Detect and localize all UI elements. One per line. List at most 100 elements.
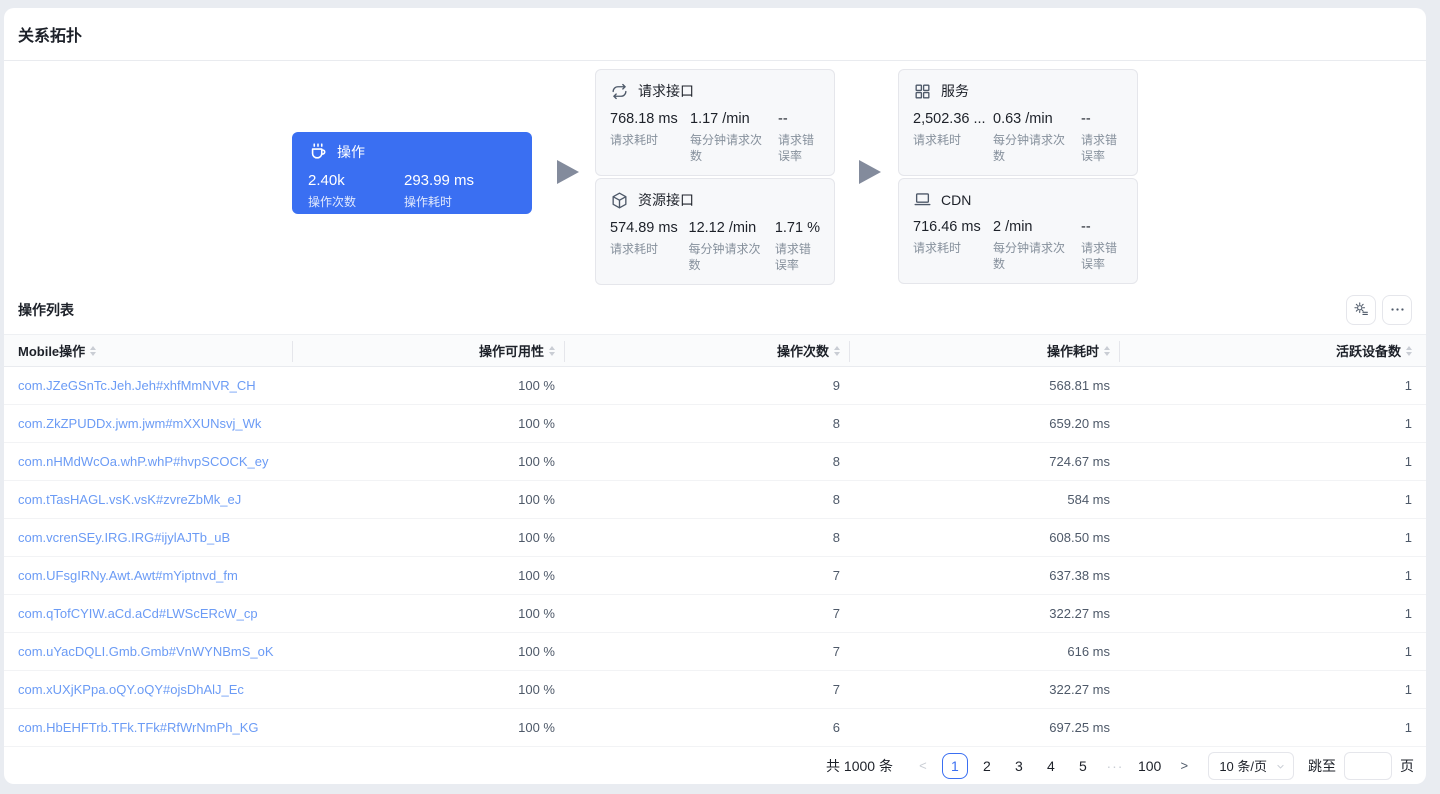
sort-icon[interactable]	[1104, 345, 1110, 356]
column-header-mobile-operation[interactable]: Mobile操作	[4, 335, 293, 366]
jump-to-page-input[interactable]	[1344, 751, 1392, 780]
metric: 2.40k 操作次数	[308, 172, 396, 210]
page-size-value: 10 条/页	[1219, 759, 1267, 774]
count-cell: 7	[832, 568, 840, 583]
operation-link[interactable]: com.nHMdWcOa.whP.whP#hvpSCOCK_ey	[18, 454, 268, 469]
availability-cell: 100 %	[518, 568, 555, 583]
count-cell: 8	[832, 416, 840, 431]
metric-value: 2 /min	[993, 219, 1033, 235]
pagination-page-100[interactable]: 100	[1134, 753, 1165, 779]
table-header: Mobile操作 操作可用性 操作次数 操作耗时 活跃设备数	[4, 334, 1426, 367]
operation-link[interactable]: com.JZeGSnTc.Jeh.Jeh#xhfMmNVR_CH	[18, 378, 256, 393]
table-row: com.ZkZPUDDx.jwm.jwm#mXXUNsvj_Wk 100 % 8…	[4, 405, 1426, 443]
metric: 2,502.36 ... 请求耗时	[913, 111, 985, 164]
duration-cell: 584 ms	[1067, 492, 1110, 507]
metric: 0.63 /min 每分钟请求次数	[993, 111, 1073, 164]
more-button[interactable]	[1382, 294, 1412, 325]
topology-node-resource-api[interactable]: 资源接口 574.89 ms 请求耗时 12.12 /min 每分钟请求次数 1…	[595, 178, 835, 285]
duration-cell: 659.20 ms	[1049, 416, 1110, 431]
topology-node-service[interactable]: 服务 2,502.36 ... 请求耗时 0.63 /min 每分钟请求次数 -…	[898, 69, 1138, 176]
metric: 574.89 ms 请求耗时	[610, 220, 681, 273]
sort-icon[interactable]	[1406, 345, 1412, 356]
topology-node-request-api[interactable]: 请求接口 768.18 ms 请求耗时 1.17 /min 每分钟请求次数 --…	[595, 69, 835, 176]
page-header: 关系拓扑	[4, 8, 1426, 61]
metric-label: 请求耗时	[913, 241, 962, 255]
metric-label: 请求错误率	[774, 242, 811, 272]
count-cell: 8	[832, 492, 840, 507]
column-label: 操作耗时	[1046, 344, 1099, 359]
duration-cell: 616 ms	[1067, 644, 1110, 659]
column-header-devices[interactable]: 活跃设备数	[1120, 335, 1426, 366]
pagination-page-2[interactable]: 2	[974, 753, 1000, 779]
operation-link[interactable]: com.tTasHAGL.vsK.vsK#zvreZbMk_eJ	[18, 492, 241, 507]
availability-cell: 100 %	[518, 454, 555, 469]
metric-label: 请求错误率	[1081, 133, 1118, 163]
pagination-page-4[interactable]: 4	[1038, 753, 1064, 779]
metric-label: 每分钟请求次数	[688, 242, 761, 272]
more-icon	[1389, 301, 1406, 318]
availability-cell: 100 %	[518, 492, 555, 507]
devices-cell: 1	[1404, 492, 1412, 507]
metric: -- 请求错误率	[1081, 219, 1123, 272]
column-label: 操作可用性	[478, 344, 544, 359]
duration-cell: 697.25 ms	[1049, 720, 1110, 735]
count-cell: 7	[832, 606, 840, 621]
operation-link[interactable]: com.vcrenSEy.IRG.IRG#ijylAJTb_uB	[18, 530, 230, 545]
duration-cell: 568.81 ms	[1049, 378, 1110, 393]
pagination-page-5[interactable]: 5	[1070, 753, 1096, 779]
metric-value: 2,502.36 ...	[913, 111, 985, 127]
pagination-page-3[interactable]: 3	[1006, 753, 1032, 779]
duration-cell: 608.50 ms	[1049, 530, 1110, 545]
count-cell: 7	[832, 682, 840, 697]
metric-value: 574.89 ms	[610, 220, 678, 236]
operation-link[interactable]: com.uYacDQLI.Gmb.Gmb#VnWYNBmS_oK	[18, 644, 274, 659]
metric: 1.17 /min 每分钟请求次数	[690, 111, 770, 164]
metric-label: 每分钟请求次数	[690, 133, 763, 163]
operation-link[interactable]: com.qTofCYIW.aCd.aCd#LWScERcW_cp	[18, 606, 258, 621]
devices-cell: 1	[1404, 682, 1412, 697]
metric-value: 293.99 ms	[404, 172, 475, 189]
flow-arrow-icon	[557, 160, 579, 184]
laptop-icon	[913, 190, 932, 209]
operation-link[interactable]: com.xUXjKPpa.oQY.oQY#ojsDhAlJ_Ec	[18, 682, 244, 697]
operation-link[interactable]: com.ZkZPUDDx.jwm.jwm#mXXUNsvj_Wk	[18, 416, 261, 431]
devices-cell: 1	[1404, 644, 1412, 659]
column-header-count[interactable]: 操作次数	[565, 335, 850, 366]
topology-node-operation[interactable]: 操作 2.40k 操作次数 293.99 ms 操作耗时	[292, 132, 532, 214]
pagination-ellipsis[interactable]: ···	[1102, 753, 1128, 779]
column-header-availability[interactable]: 操作可用性	[293, 335, 565, 366]
sort-icon[interactable]	[549, 345, 555, 356]
pagination-bar: 共 1000 条 < 1 2 3 4 5 ··· 100 > 10 条/页 跳至…	[4, 747, 1426, 784]
metric-value: 1.17 /min	[690, 111, 750, 127]
pagination-prev-button[interactable]: <	[910, 753, 936, 779]
page-size-select[interactable]: 10 条/页	[1208, 751, 1294, 780]
loop-icon	[610, 82, 629, 101]
availability-cell: 100 %	[518, 530, 555, 545]
operation-link[interactable]: com.HbEHFTrb.TFk.TFk#RfWrNmPh_KG	[18, 720, 259, 735]
operation-list-header: 操作列表	[4, 285, 1426, 334]
table-body: com.JZeGSnTc.Jeh.Jeh#xhfMmNVR_CH 100 % 9…	[4, 367, 1426, 747]
count-cell: 6	[832, 720, 840, 735]
column-settings-button[interactable]	[1346, 294, 1376, 325]
pagination-next-button[interactable]: >	[1171, 753, 1197, 779]
operation-link[interactable]: com.UFsgIRNy.Awt.Awt#mYiptnvd_fm	[18, 568, 238, 583]
column-header-duration[interactable]: 操作耗时	[850, 335, 1120, 366]
metric: 716.46 ms 请求耗时	[913, 219, 985, 272]
metric-value: --	[778, 111, 788, 127]
column-label: 活跃设备数	[1335, 344, 1401, 359]
availability-cell: 100 %	[518, 644, 555, 659]
availability-cell: 100 %	[518, 378, 555, 393]
sort-icon[interactable]	[834, 345, 840, 356]
jump-to-label: 跳至	[1308, 757, 1336, 774]
cube-icon	[610, 191, 629, 210]
metric-label: 操作耗时	[404, 195, 453, 209]
topology-node-cdn[interactable]: CDN 716.46 ms 请求耗时 2 /min 每分钟请求次数 -- 请求错…	[898, 178, 1138, 284]
table-row: com.xUXjKPpa.oQY.oQY#ojsDhAlJ_Ec 100 % 7…	[4, 671, 1426, 709]
availability-cell: 100 %	[518, 606, 555, 621]
availability-cell: 100 %	[518, 416, 555, 431]
sort-icon[interactable]	[90, 345, 97, 356]
pagination-page-1[interactable]: 1	[941, 752, 968, 779]
metric-value: 12.12 /min	[688, 220, 757, 236]
count-cell: 8	[832, 530, 840, 545]
pagination-total: 共 1000 条	[826, 757, 893, 774]
